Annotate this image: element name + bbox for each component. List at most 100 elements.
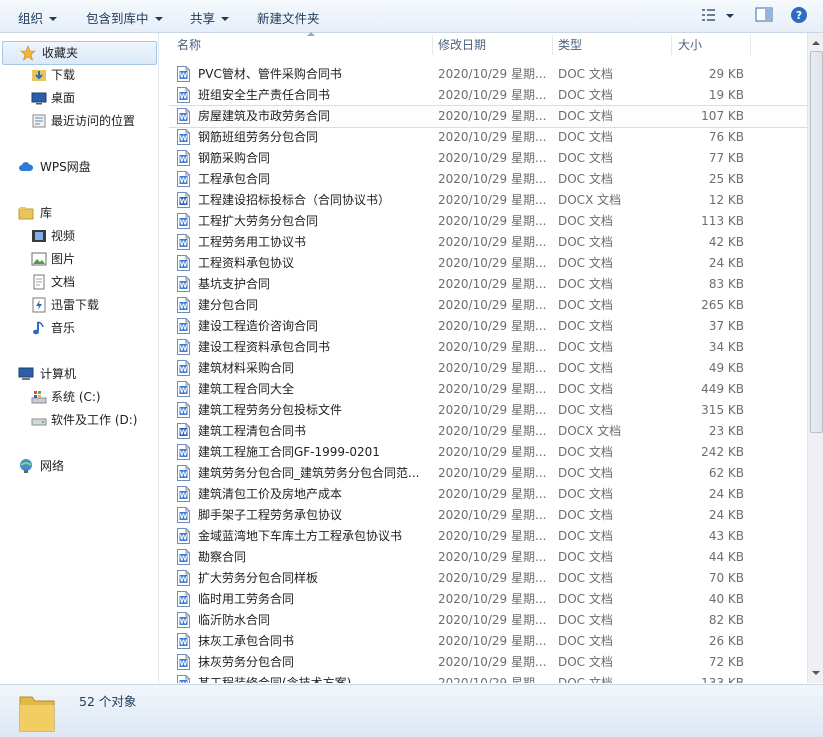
file-row[interactable]: W 扩大劳务分包合同样板 2020/10/29 星期... DOC 文档 70 KB [169,568,807,589]
file-size: 62 KB [708,466,744,480]
svg-text:W: W [180,261,188,269]
file-row[interactable]: W 临时用工劳务合同 2020/10/29 星期... DOC 文档 40 KB [169,589,807,610]
share-menu[interactable]: 共享 [190,8,230,27]
doc-file-icon: W [177,549,190,565]
file-row[interactable]: W 钢筋采购合同 2020/10/29 星期... DOC 文档 77 KB [169,148,807,169]
column-header-size[interactable]: 大小 [678,33,748,57]
file-row[interactable]: W 金域蓝湾地下车库土方工程承包协议书 2020/10/29 星期... DOC 文档… [169,526,807,547]
file-date: 2020/10/29 星期... [438,487,547,501]
vertical-scrollbar[interactable] [807,33,823,683]
column-header-name[interactable]: 名称 [177,32,432,57]
file-row[interactable]: W 建设工程造价咨询合同 2020/10/29 星期... DOC 文档 37 KB [169,316,807,337]
sort-ascending-icon [307,32,315,36]
file-name: 钢筋班组劳务分包合同 [198,130,319,144]
scroll-up-icon[interactable] [808,35,823,51]
column-header-type[interactable]: 类型 [558,33,668,57]
file-row[interactable]: W 建筑工程合同大全 2020/10/29 星期... DOC 文档 449 KB [169,379,807,400]
file-name: 勘察合同 [198,550,247,564]
nav-videos[interactable]: 视频 [0,225,156,247]
file-type: DOC 文档 [558,298,613,312]
svg-text:W: W [180,597,188,605]
doc-file-icon: W [177,213,190,229]
file-row[interactable]: W 临沂防水合同 2020/10/29 星期... DOC 文档 82 KB [169,610,807,631]
nav-documents[interactable]: 文档 [0,271,156,293]
nav-pictures[interactable]: 图片 [0,248,156,270]
video-icon [32,230,46,242]
help-button[interactable]: ? [790,6,808,27]
file-row[interactable]: W 工程资料承包协议 2020/10/29 星期... DOC 文档 24 KB [169,253,807,274]
file-name: PVC管材、管件采购合同书 [198,67,342,81]
file-name: 建筑材料采购合同 [198,361,295,375]
column-header-date[interactable]: 修改日期 [438,33,548,57]
file-row[interactable]: W 工程扩大劳务分包合同 2020/10/29 星期... DOC 文档 113 KB [169,211,807,232]
file-name: 班组安全生产责任合同书 [198,88,331,102]
file-row[interactable]: W 建筑材料采购合同 2020/10/29 星期... DOC 文档 49 KB [169,358,807,379]
file-row[interactable]: W 建设工程资料承包合同书 2020/10/29 星期... DOC 文档 34 KB [169,337,807,358]
nav-recent-places[interactable]: 最近访问的位置 [0,110,156,132]
nav-wps-drive[interactable]: WPS网盘 [0,156,156,178]
file-size: 37 KB [708,319,744,333]
file-row[interactable]: W 建筑工程清包合同书 2020/10/29 星期... DOCX 文档 23 KB [169,421,807,442]
file-row[interactable]: W 工程建设招标投标合（合同协议书） 2020/10/29 星期... DOCX 文档… [169,190,807,211]
file-row[interactable]: W 建筑工程施工合同GF-1999-0201 2020/10/29 星期... DOC… [169,442,807,463]
file-size: 43 KB [708,529,744,543]
nav-drive-c[interactable]: 系统 (C:) [0,386,156,408]
file-row[interactable]: W 班组安全生产责任合同书 2020/10/29 星期... DOC 文档 19 KB [169,85,807,106]
file-row[interactable]: W 房屋建筑及市政劳务合同 2020/10/29 星期... DOC 文档 107 KB [169,105,807,128]
file-name: 脚手架子工程劳务承包协议 [198,508,343,522]
svg-text:W: W [180,198,188,206]
svg-text:W: W [180,366,188,374]
organize-menu[interactable]: 组织 [18,8,58,27]
svg-text:W: W [180,387,188,395]
nav-libraries[interactable]: 库 [0,202,156,224]
file-type: DOC 文档 [558,361,613,375]
view-options-button[interactable] [700,6,738,27]
file-size: 44 KB [708,550,744,564]
include-in-library-menu[interactable]: 包含到库中 [86,8,163,27]
file-row[interactable]: W 工程承包合同 2020/10/29 星期... DOC 文档 25 KB [169,169,807,190]
computer-icon [18,367,34,380]
column-divider[interactable] [552,35,553,55]
file-row[interactable]: W 工程劳务用工协议书 2020/10/29 星期... DOC 文档 42 KB [169,232,807,253]
nav-computer[interactable]: 计算机 [0,363,156,385]
file-row[interactable]: W 建分包合同 2020/10/29 星期... DOC 文档 265 KB [169,295,807,316]
chevron-down-icon [221,17,230,21]
file-row[interactable]: W 抹灰工承包合同书 2020/10/29 星期... DOC 文档 26 KB [169,631,807,652]
file-row[interactable]: W 建筑工程劳务分包投标文件 2020/10/29 星期... DOC 文档 315 K… [169,400,807,421]
star-icon [20,45,36,61]
column-divider[interactable] [432,35,433,55]
nav-thunder-downloads[interactable]: 迅雷下载 [0,294,156,316]
nav-drive-d[interactable]: 软件及工作 (D:) [0,409,156,431]
preview-pane-icon [755,7,773,22]
file-row[interactable]: W 钢筋班组劳务分包合同 2020/10/29 星期... DOC 文档 76 KB [169,127,807,148]
nav-music[interactable]: 音乐 [0,317,156,339]
file-date: 2020/10/29 星期... [438,67,547,81]
nav-network[interactable]: 网络 [0,455,156,477]
downloads-folder-icon [32,70,46,81]
file-date: 2020/10/29 星期... [438,340,547,354]
file-row[interactable]: W PVC管材、管件采购合同书 2020/10/29 星期... DOC 文档 29 K… [169,64,807,85]
file-type: DOC 文档 [558,340,613,354]
file-row[interactable]: W 建筑劳务分包合同_建筑劳务分包合同范... 2020/10/29 星期... DO… [169,463,807,484]
nav-label: 库 [40,206,53,220]
nav-desktop[interactable]: 桌面 [0,87,156,109]
column-divider[interactable] [750,35,751,55]
file-row[interactable]: W 基坑支护合同 2020/10/29 星期... DOC 文档 83 KB [169,274,807,295]
column-divider[interactable] [671,35,672,55]
file-row[interactable]: W 脚手架子工程劳务承包协议 2020/10/29 星期... DOC 文档 24 KB [169,505,807,526]
new-folder-button[interactable]: 新建文件夹 [257,8,320,27]
scroll-down-icon[interactable] [808,665,823,681]
file-row[interactable]: W 勘察合同 2020/10/29 星期... DOC 文档 44 KB [169,547,807,568]
preview-pane-button[interactable] [755,6,773,27]
nav-favorites[interactable]: 收藏夹 [2,41,157,65]
scrollbar-thumb[interactable] [810,51,823,433]
file-row[interactable]: W 抹灰劳务分包合同 2020/10/29 星期... DOC 文档 72 KB [169,652,807,673]
nav-downloads[interactable]: 下载 [0,64,156,86]
doc-file-icon: W [177,66,190,82]
nav-label: 系统 (C:) [51,390,101,404]
file-name: 建筑工程清包合同书 [198,424,307,438]
file-row[interactable]: W 某工程装修合同(含技术方案) 2020/10/29 星期... DOC 文档 133… [169,673,807,683]
file-date: 2020/10/29 星期... [438,88,547,102]
file-row[interactable]: W 建筑清包工价及房地产成本 2020/10/29 星期... DOC 文档 24 KB [169,484,807,505]
file-date: 2020/10/29 星期... [438,193,547,207]
